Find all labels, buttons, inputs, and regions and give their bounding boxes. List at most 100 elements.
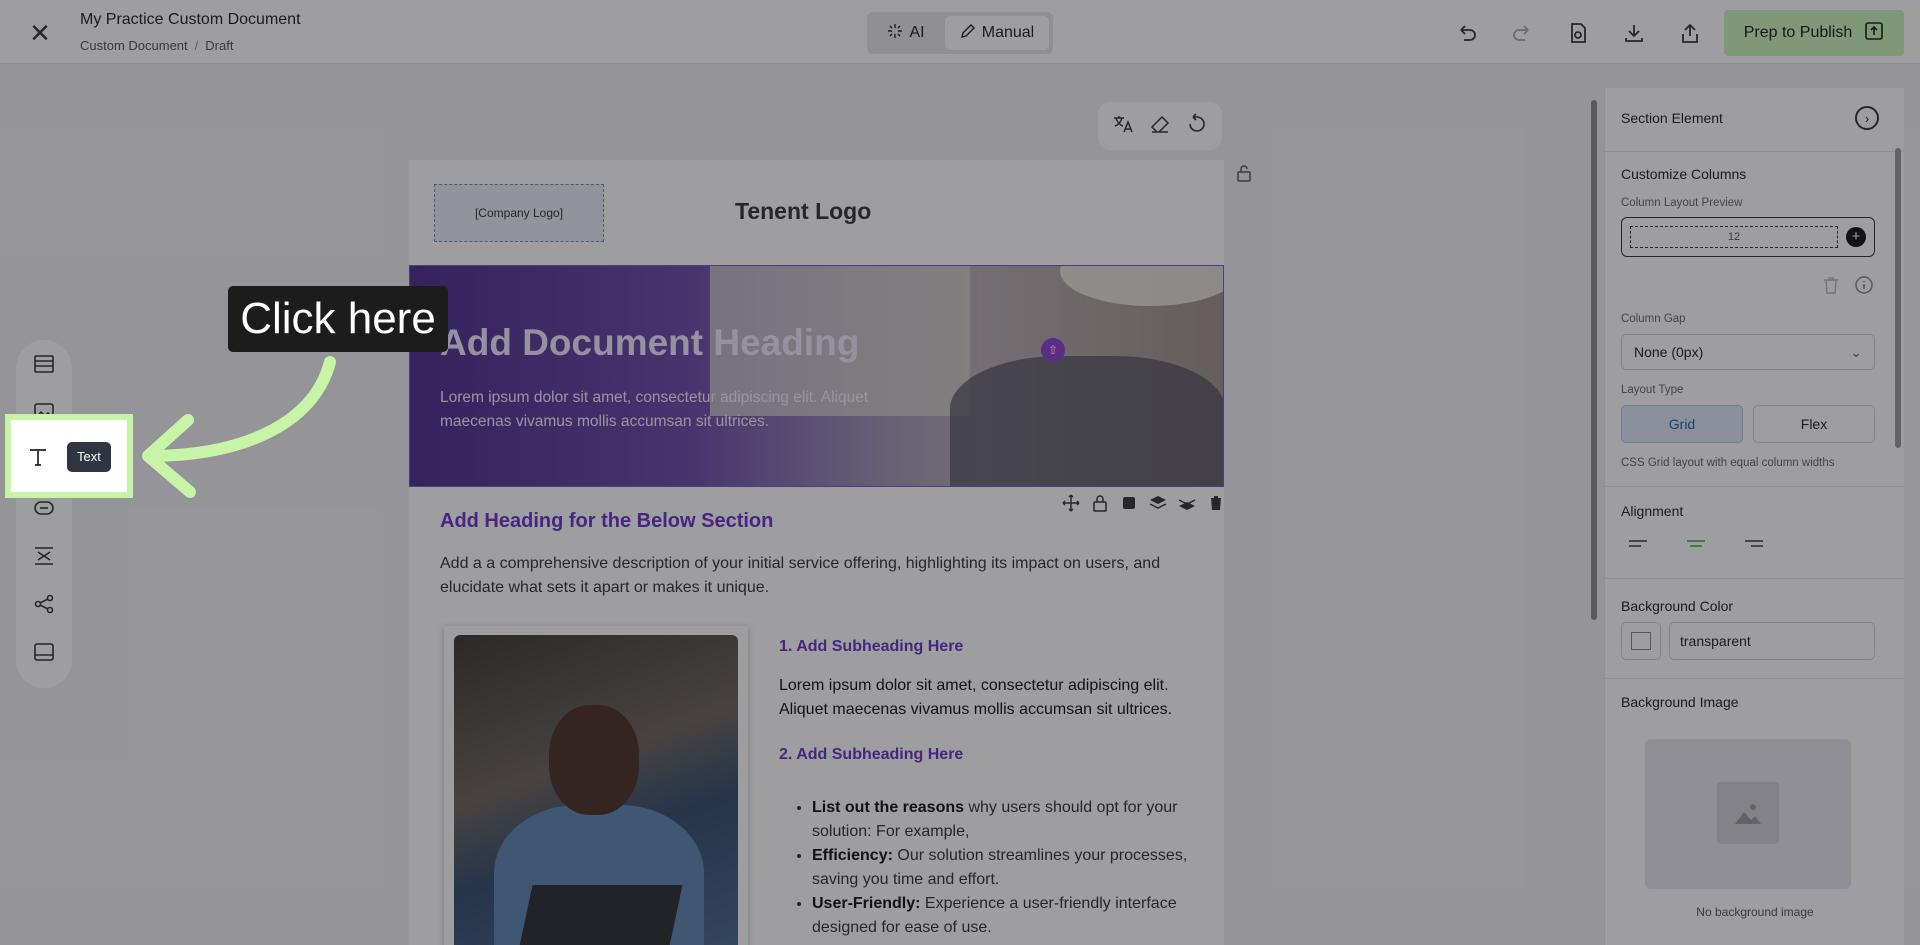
section-heading[interactable]: Add Heading for the Below Section: [440, 510, 773, 533]
canvas-scrollbar[interactable]: [1591, 100, 1597, 620]
reasons-list[interactable]: List out the reasons why users should op…: [794, 796, 1214, 940]
background-color-input[interactable]: transparent: [1669, 622, 1875, 660]
layer-up-icon[interactable]: [1148, 493, 1168, 513]
lock-icon[interactable]: [1090, 493, 1110, 513]
duplicate-icon[interactable]: [1119, 493, 1139, 513]
undo-icon[interactable]: [1452, 18, 1482, 48]
background-image-dropzone[interactable]: [1645, 739, 1851, 889]
preview-icon[interactable]: [1563, 18, 1593, 48]
breadcrumb-item-status: Draft: [205, 38, 234, 53]
breadcrumb: Custom Document / Draft: [80, 38, 234, 53]
add-column-icon[interactable]: +: [1846, 227, 1866, 247]
mode-toggle: AI Manual: [867, 12, 1053, 54]
background-color-swatch[interactable]: [1621, 622, 1661, 660]
close-button[interactable]: ✕: [26, 20, 54, 48]
align-left-icon[interactable]: [1629, 532, 1651, 554]
sparkle-icon: [887, 23, 903, 44]
redo-icon[interactable]: [1507, 18, 1537, 48]
text-tooltip: Text: [67, 442, 111, 472]
button-icon[interactable]: [30, 494, 58, 522]
hero-heading[interactable]: Add Document Heading: [440, 322, 859, 364]
element-rail: [16, 340, 72, 688]
reset-icon[interactable]: [1186, 112, 1208, 140]
hero-body-text[interactable]: Lorem ipsum dolor sit amet, consectetur …: [440, 386, 880, 434]
list-item: User-Friendly: Experience a user-friendl…: [812, 892, 1214, 940]
rows-icon[interactable]: [30, 350, 58, 378]
spacer-icon[interactable]: [30, 542, 58, 570]
divider: [1605, 678, 1905, 679]
alignment-heading: Alignment: [1621, 503, 1684, 519]
column-gap-label: Column Gap: [1621, 313, 1686, 325]
subheading-1-body[interactable]: Lorem ipsum dolor sit amet, consectetur …: [779, 674, 1199, 722]
layer-down-icon[interactable]: [1177, 493, 1197, 513]
publish-label: Prep to Publish: [1743, 24, 1853, 41]
customize-columns-heading: Customize Columns: [1621, 166, 1747, 182]
photo-laptop: [515, 885, 683, 945]
company-logo-placeholder[interactable]: [Company Logo]: [434, 184, 604, 242]
list-item: List out the reasons why users should op…: [812, 796, 1214, 844]
mode-manual-button[interactable]: Manual: [945, 16, 1049, 50]
move-icon[interactable]: [1061, 493, 1081, 513]
subheading-1[interactable]: 1. Add Subheading Here: [779, 638, 963, 656]
divider: [1605, 486, 1905, 487]
layout-type-label: Layout Type: [1621, 384, 1684, 396]
document-page: [Company Logo] Tenent Logo Add Document …: [409, 160, 1224, 945]
canvas-tools: [1098, 102, 1222, 150]
panel-title: Section Element: [1621, 110, 1723, 126]
divider: [1605, 578, 1905, 579]
trash-icon[interactable]: [1822, 275, 1840, 300]
annotation-arrow-icon: [142, 356, 336, 498]
breadcrumb-item-type[interactable]: Custom Document: [80, 38, 188, 53]
subheading-2[interactable]: 2. Add Subheading Here: [779, 746, 963, 764]
document-title: My Practice Custom Document: [80, 11, 301, 28]
share-icon[interactable]: [1675, 18, 1705, 48]
mode-ai-label: AI: [909, 24, 925, 41]
photo-frame[interactable]: [444, 626, 748, 945]
column-gap-value: None (0px): [1634, 344, 1704, 360]
tenant-logo[interactable]: Tenent Logo: [735, 198, 871, 225]
panel-scrollbar[interactable]: [1895, 148, 1901, 448]
top-bar: ✕ My Practice Custom Document Custom Doc…: [0, 0, 1920, 64]
mode-ai-button[interactable]: AI: [871, 16, 941, 50]
column-gap-select[interactable]: None (0px) ⌄: [1621, 334, 1875, 370]
background-color-heading: Background Color: [1621, 598, 1734, 614]
layout-hint: CSS Grid layout with equal column widths: [1621, 457, 1835, 469]
collapse-panel-icon[interactable]: ›: [1855, 106, 1879, 130]
info-icon[interactable]: [1854, 275, 1874, 300]
chevron-down-icon: ⌄: [1850, 344, 1862, 360]
align-center-icon[interactable]: [1685, 532, 1707, 554]
background-image-heading: Background Image: [1621, 694, 1739, 710]
layout-flex-button[interactable]: Flex: [1753, 405, 1875, 443]
pencil-icon: [960, 23, 976, 44]
hero-section[interactable]: Add Document Heading Lorem ipsum dolor s…: [409, 265, 1224, 487]
person-with-laptop-image: [454, 635, 738, 945]
upload-image-icon[interactable]: ⇧: [1041, 338, 1065, 362]
section-toolbar: [1061, 493, 1226, 513]
no-background-image-text: No background image: [1696, 905, 1814, 919]
eraser-icon[interactable]: [1149, 113, 1171, 140]
mode-manual-label: Manual: [981, 24, 1035, 41]
footer-icon[interactable]: [30, 638, 58, 666]
column-layout-preview: 12 +: [1621, 217, 1875, 257]
publish-icon: [1864, 21, 1884, 46]
photo-head: [549, 705, 639, 815]
click-here-callout: Click here: [228, 286, 448, 352]
text-icon[interactable]: [24, 443, 52, 471]
layout-grid-button[interactable]: Grid: [1621, 405, 1743, 443]
hero-people-image: [950, 356, 1223, 486]
list-item: Efficiency: Our solution streamlines you…: [812, 844, 1214, 892]
divider: [1605, 151, 1905, 152]
section-description[interactable]: Add a a comprehensive description of you…: [440, 552, 1200, 600]
prep-to-publish-button[interactable]: Prep to Publish: [1724, 10, 1904, 56]
translate-icon[interactable]: [1112, 113, 1134, 140]
unlock-icon[interactable]: [1236, 164, 1252, 187]
download-icon[interactable]: [1619, 18, 1649, 48]
align-right-icon[interactable]: [1741, 532, 1763, 554]
column-layout-preview-label: Column Layout Preview: [1621, 197, 1743, 209]
delete-icon[interactable]: [1206, 493, 1226, 513]
column-cell[interactable]: 12: [1630, 226, 1838, 248]
image-placeholder-icon: [1717, 782, 1779, 844]
hero-lamp-image: [1060, 266, 1223, 306]
social-icon[interactable]: [30, 590, 58, 618]
properties-panel: Section Element › Customize Columns Colu…: [1604, 88, 1905, 945]
